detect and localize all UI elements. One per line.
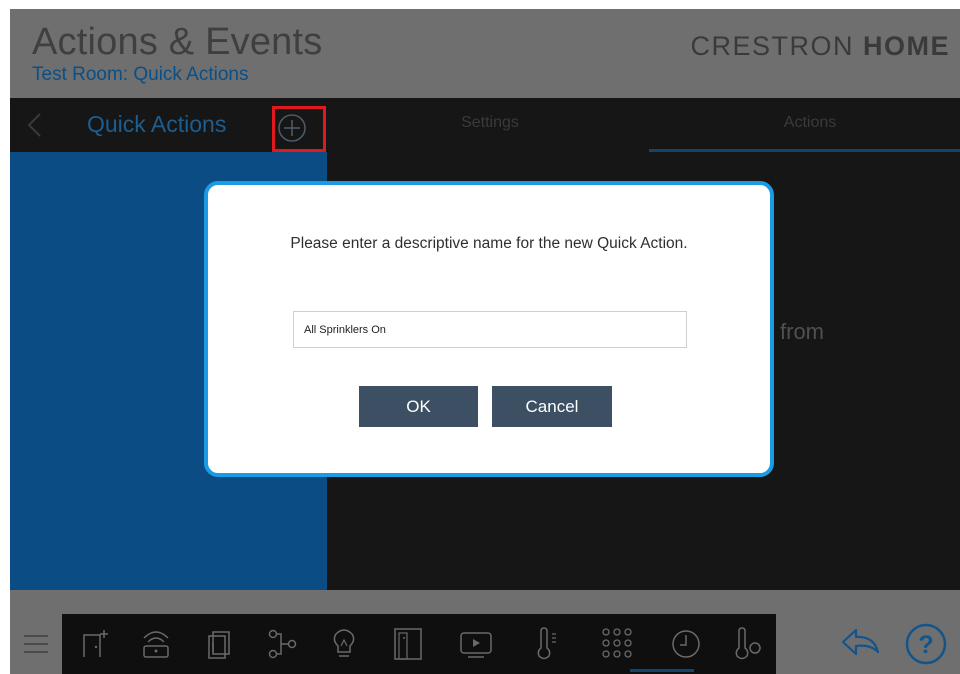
page-title: Actions & Events [32, 21, 323, 63]
dock-item-doors[interactable] [390, 626, 426, 662]
dock-item-keypad[interactable] [596, 626, 638, 662]
shades-icon [208, 631, 230, 659]
security-icon [143, 631, 169, 658]
dock-item-thermostat[interactable] [728, 626, 764, 662]
panel-text: from [780, 319, 824, 344]
hamburger-menu-icon [24, 635, 48, 653]
dock-item-media[interactable] [458, 626, 494, 662]
divider [10, 590, 960, 614]
dock-item-shades[interactable] [201, 626, 237, 662]
ok-button[interactable]: OK [359, 386, 478, 427]
dock-item-schedule[interactable] [668, 626, 704, 662]
room-dock [62, 614, 776, 674]
keypad-icon [602, 628, 632, 658]
dialog-prompt: Please enter a descriptive name for the … [290, 235, 688, 252]
undo-icon [841, 628, 880, 656]
quick-action-name-input[interactable] [293, 311, 687, 348]
climate-icon [537, 627, 556, 660]
dock-item-climate[interactable] [528, 626, 564, 662]
tab-settings[interactable]: Settings [390, 114, 590, 132]
quick-actions-toolbar: Quick Actions Settings Actions [10, 98, 960, 152]
new-quick-action-dialog: Please enter a descriptive name for the … [204, 181, 774, 477]
dock-item-add-room[interactable] [76, 626, 112, 662]
dock-item-scenes[interactable] [264, 626, 300, 662]
cancel-button[interactable]: Cancel [492, 386, 612, 427]
clock-icon [672, 630, 700, 658]
add-room-icon [83, 630, 108, 657]
brand-text-bold: HOME [863, 31, 950, 61]
help-icon: ? [905, 623, 947, 665]
breadcrumb: Test Room: Quick Actions [32, 64, 249, 85]
chevron-left-icon [27, 113, 41, 137]
tab-actions[interactable]: Actions [710, 114, 910, 132]
highlight-box [272, 106, 326, 152]
brand-text-light: CRESTRON [690, 31, 863, 61]
dock-item-lights[interactable] [326, 626, 362, 662]
undo-button[interactable] [840, 624, 882, 662]
help-button[interactable]: ? [904, 622, 948, 666]
header: Actions & Events Test Room: Quick Action… [10, 9, 960, 98]
section-title: Quick Actions [87, 111, 227, 137]
brand-logo: CRESTRON HOME [690, 31, 950, 62]
media-icon [460, 632, 492, 658]
scenes-icon [268, 629, 297, 659]
menu-button[interactable] [10, 614, 62, 674]
svg-text:?: ? [918, 631, 933, 659]
door-icon [394, 628, 422, 660]
lightbulb-icon [333, 629, 355, 657]
back-button[interactable] [20, 108, 50, 142]
bottom-nav: ? [10, 614, 960, 674]
active-dock-indicator [630, 669, 694, 672]
thermostat-icon [735, 627, 761, 660]
dock-item-security[interactable] [138, 626, 174, 662]
